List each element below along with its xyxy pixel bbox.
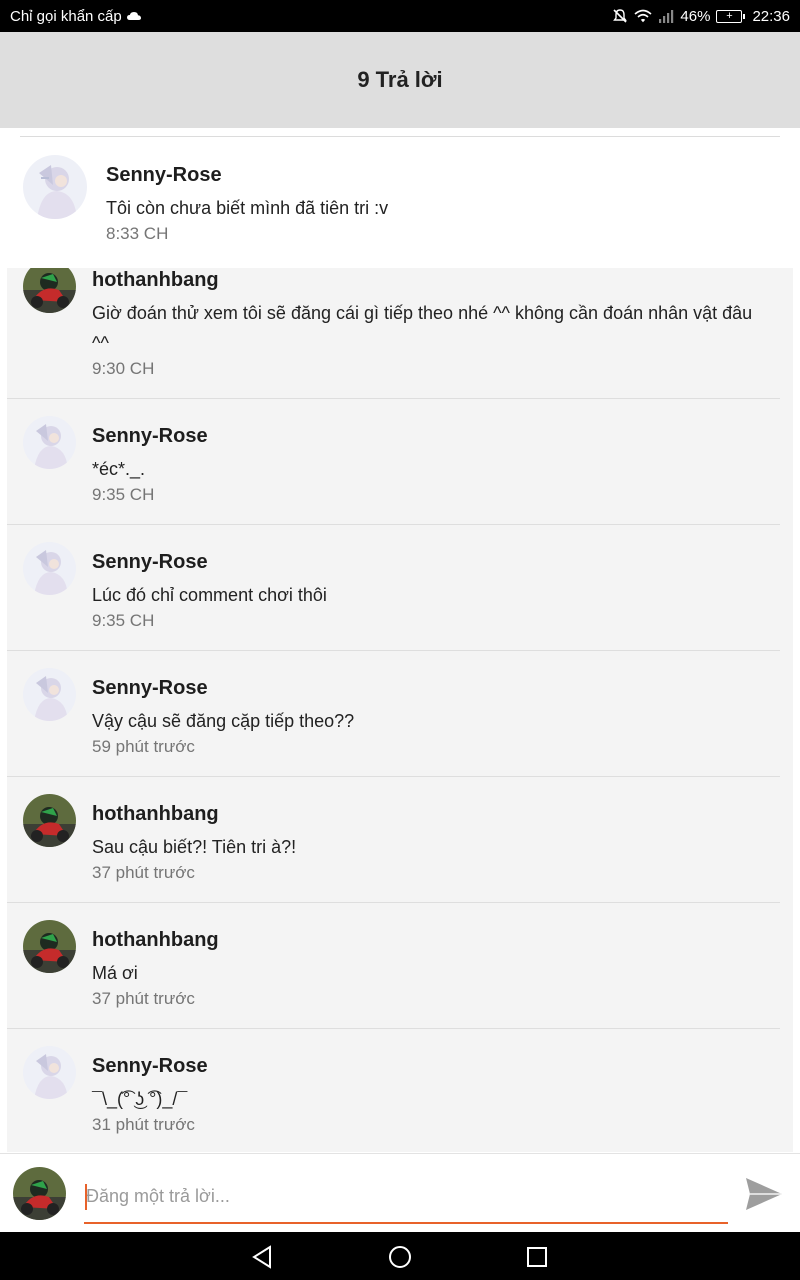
comment-time: 37 phút trước <box>92 989 195 1008</box>
header-bar: 9 Trả lời <box>0 32 800 128</box>
hothanhbang-avatar[interactable] <box>23 268 76 313</box>
back-button[interactable] <box>247 1242 277 1272</box>
signal-icon <box>658 9 674 23</box>
reply-item[interactable]: Senny-Rose Vậy cậu sẽ đăng cặp tiếp theo… <box>7 651 780 777</box>
hothanhbang-avatar <box>13 1167 66 1220</box>
comment-text: Tôi còn chưa biết mình đã tiên tri :v <box>106 198 389 218</box>
parent-comment[interactable]: Senny-Rose Tôi còn chưa biết mình đã tiê… <box>0 137 800 267</box>
comment-time: 59 phút trước <box>92 737 195 756</box>
comment-time: 9:35 CH <box>92 611 155 630</box>
comment-text: Vậy cậu sẽ đăng cặp tiếp theo?? <box>92 711 355 731</box>
comment-time: 9:35 CH <box>92 485 155 504</box>
comment-text: Giờ đoán thử xem tôi sẽ đăng cái gì tiếp… <box>92 303 753 353</box>
senny-rose-avatar[interactable] <box>23 1046 76 1099</box>
carrier-label: Chỉ gọi khẩn cấp <box>10 7 122 25</box>
reply-item[interactable]: hothanhbang Giờ đoán thử xem tôi sẽ đăng… <box>7 268 780 399</box>
home-icon <box>389 1246 411 1268</box>
comment-time: 8:33 CH <box>106 224 169 243</box>
hothanhbang-avatar[interactable] <box>23 920 76 973</box>
home-button[interactable] <box>385 1242 415 1272</box>
senny-rose-avatar[interactable] <box>23 155 87 219</box>
comment-author[interactable]: hothanhbang <box>92 802 770 826</box>
reply-input[interactable] <box>84 1176 728 1224</box>
back-icon <box>252 1245 271 1269</box>
send-button[interactable] <box>740 1170 788 1218</box>
comment-time: 31 phút trước <box>92 1115 195 1134</box>
comment-author[interactable]: Senny-Rose <box>92 550 770 574</box>
comment-text: Sau cậu biết?! Tiên tri à?! <box>92 837 297 857</box>
system-nav-bar <box>0 1232 800 1280</box>
comment-author[interactable]: hothanhbang <box>92 268 770 292</box>
clock: 22:36 <box>752 7 790 25</box>
reply-item[interactable]: Senny-Rose *éc*._. 9:35 CH <box>7 399 780 525</box>
reply-list[interactable]: hothanhbang Giờ đoán thử xem tôi sẽ đăng… <box>7 268 793 1152</box>
comment-time: 9:30 CH <box>92 359 155 378</box>
comment-text: Lúc đó chỉ comment chơi thôi <box>92 585 327 605</box>
page-title: 9 Trả lời <box>357 67 443 92</box>
hothanhbang-avatar[interactable] <box>23 794 76 847</box>
status-bar: Chỉ gọi khẩn cấp 46% + 22:36 <box>0 0 800 32</box>
battery-icon: + <box>716 9 746 23</box>
comment-author[interactable]: hothanhbang <box>92 928 770 952</box>
reply-composer <box>0 1153 800 1232</box>
comment-author[interactable]: Senny-Rose <box>92 424 770 448</box>
reply-item[interactable]: Senny-Rose Lúc đó chỉ comment chơi thôi … <box>7 525 780 651</box>
reply-item[interactable]: Senny-Rose ¯\_(͡° ͜ʖ ͡°)_/¯ 31 phút trướ… <box>7 1029 780 1152</box>
comment-author[interactable]: Senny-Rose <box>92 1054 770 1078</box>
senny-rose-avatar[interactable] <box>23 542 76 595</box>
comment-time: 37 phút trước <box>92 863 195 882</box>
recents-button[interactable] <box>522 1242 552 1272</box>
recents-icon <box>527 1247 547 1267</box>
comment-text: *éc*._. <box>92 459 146 479</box>
comment-text: Má ơi <box>92 963 138 983</box>
comment-author[interactable]: Senny-Rose <box>106 163 780 187</box>
comment-author[interactable]: Senny-Rose <box>92 676 770 700</box>
senny-rose-avatar[interactable] <box>23 416 76 469</box>
cloud-icon <box>126 8 141 25</box>
battery-percent: 46% <box>680 7 711 25</box>
comment-text: ¯\_(͡° ͜ʖ ͡°)_/¯ <box>92 1089 188 1109</box>
send-icon <box>746 1178 782 1210</box>
senny-rose-avatar[interactable] <box>23 668 76 721</box>
reply-item[interactable]: hothanhbang Má ơi 37 phút trước <box>7 903 780 1029</box>
wifi-icon <box>634 9 652 23</box>
mute-icon <box>612 8 628 24</box>
reply-item[interactable]: hothanhbang Sau cậu biết?! Tiên tri à?! … <box>7 777 780 903</box>
text-caret <box>85 1184 87 1210</box>
